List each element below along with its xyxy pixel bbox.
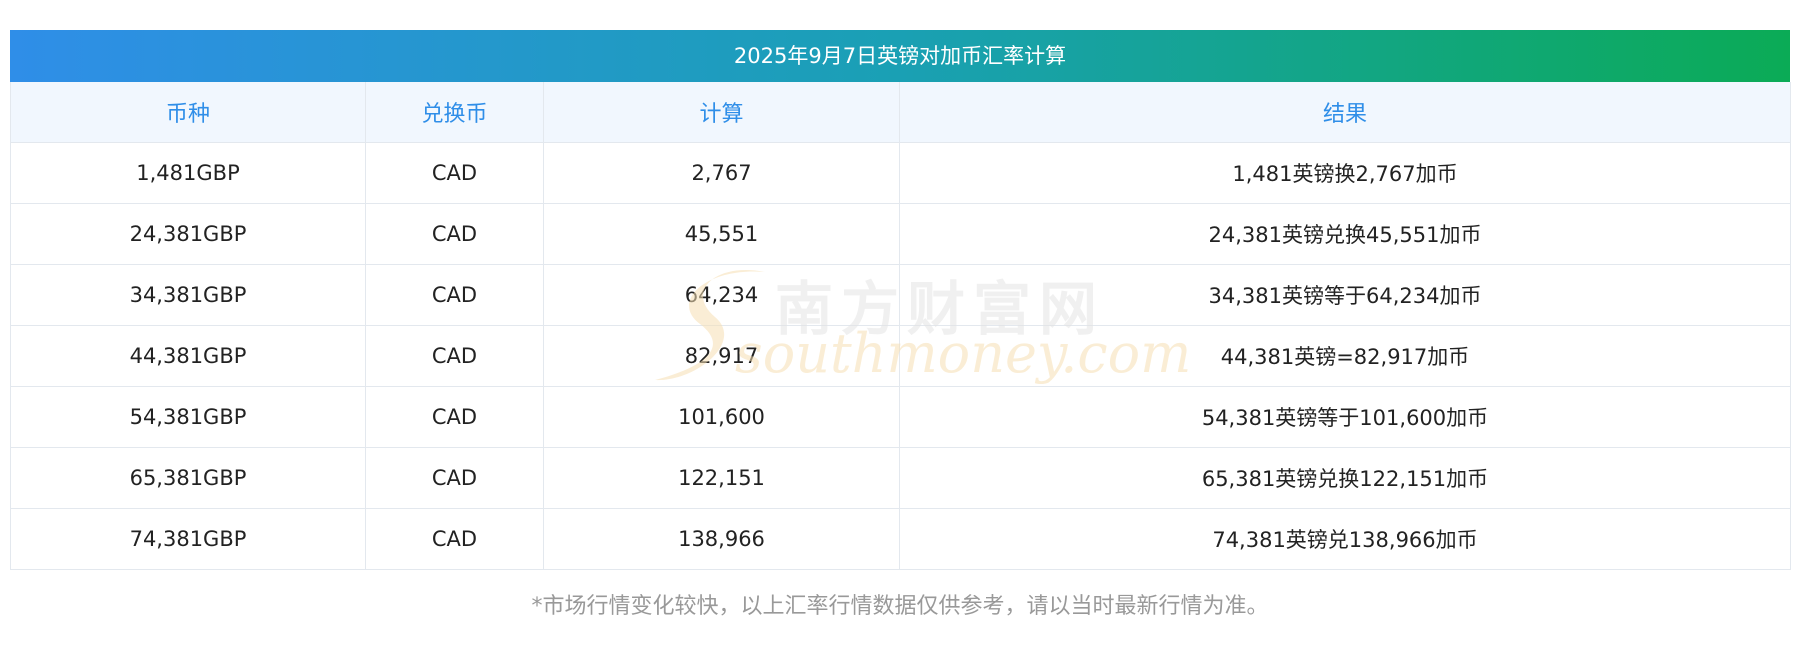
- cell-target: CAD: [365, 508, 544, 570]
- table-title: 2025年9月7日英镑对加币汇率计算: [10, 30, 1790, 82]
- cell-result: 24,381英镑兑换45,551加币: [899, 203, 1791, 265]
- cell-currency: 24,381GBP: [10, 203, 366, 265]
- table-row: 44,381GBP CAD 82,917 44,381英镑=82,917加币: [10, 325, 1791, 387]
- table-header-row: 币种 兑换币 计算 结果: [10, 82, 1791, 143]
- cell-calc: 101,600: [543, 386, 900, 448]
- cell-calc: 82,917: [543, 325, 900, 387]
- table-row: 54,381GBP CAD 101,600 54,381英镑等于101,600加…: [10, 386, 1791, 448]
- cell-result: 65,381英镑兑换122,151加币: [899, 447, 1791, 509]
- cell-target: CAD: [365, 203, 544, 265]
- cell-result: 54,381英镑等于101,600加币: [899, 386, 1791, 448]
- cell-target: CAD: [365, 447, 544, 509]
- cell-target: CAD: [365, 142, 544, 204]
- disclaimer-footnote: *市场行情变化较快，以上汇率行情数据仅供参考，请以当时最新行情为准。: [531, 594, 1269, 619]
- cell-result: 44,381英镑=82,917加币: [899, 325, 1791, 387]
- header-target-currency: 兑换币: [365, 82, 544, 143]
- cell-calc: 2,767: [543, 142, 900, 204]
- cell-result: 74,381英镑兑138,966加币: [899, 508, 1791, 570]
- exchange-table-container: 2025年9月7日英镑对加币汇率计算 币种 兑换币 计算 结果 1,481GBP…: [10, 30, 1791, 570]
- table-row: 34,381GBP CAD 64,234 34,381英镑等于64,234加币: [10, 264, 1791, 326]
- cell-currency: 34,381GBP: [10, 264, 366, 326]
- cell-currency: 44,381GBP: [10, 325, 366, 387]
- cell-calc: 45,551: [543, 203, 900, 265]
- table-row: 74,381GBP CAD 138,966 74,381英镑兑138,966加币: [10, 508, 1791, 570]
- cell-target: CAD: [365, 264, 544, 326]
- cell-target: CAD: [365, 386, 544, 448]
- table-row: 1,481GBP CAD 2,767 1,481英镑换2,767加币: [10, 142, 1791, 204]
- cell-calc: 122,151: [543, 447, 900, 509]
- cell-target: CAD: [365, 325, 544, 387]
- exchange-rate-table: 币种 兑换币 计算 结果 1,481GBP CAD 2,767 1,481英镑换…: [10, 82, 1791, 570]
- cell-result: 34,381英镑等于64,234加币: [899, 264, 1791, 326]
- table-row: 24,381GBP CAD 45,551 24,381英镑兑换45,551加币: [10, 203, 1791, 265]
- cell-calc: 138,966: [543, 508, 900, 570]
- header-currency: 币种: [10, 82, 366, 143]
- cell-currency: 65,381GBP: [10, 447, 366, 509]
- cell-calc: 64,234: [543, 264, 900, 326]
- cell-currency: 1,481GBP: [10, 142, 366, 204]
- cell-currency: 54,381GBP: [10, 386, 366, 448]
- table-row: 65,381GBP CAD 122,151 65,381英镑兑换122,151加…: [10, 447, 1791, 509]
- cell-currency: 74,381GBP: [10, 508, 366, 570]
- header-result: 结果: [899, 82, 1791, 143]
- cell-result: 1,481英镑换2,767加币: [899, 142, 1791, 204]
- header-calculation: 计算: [543, 82, 900, 143]
